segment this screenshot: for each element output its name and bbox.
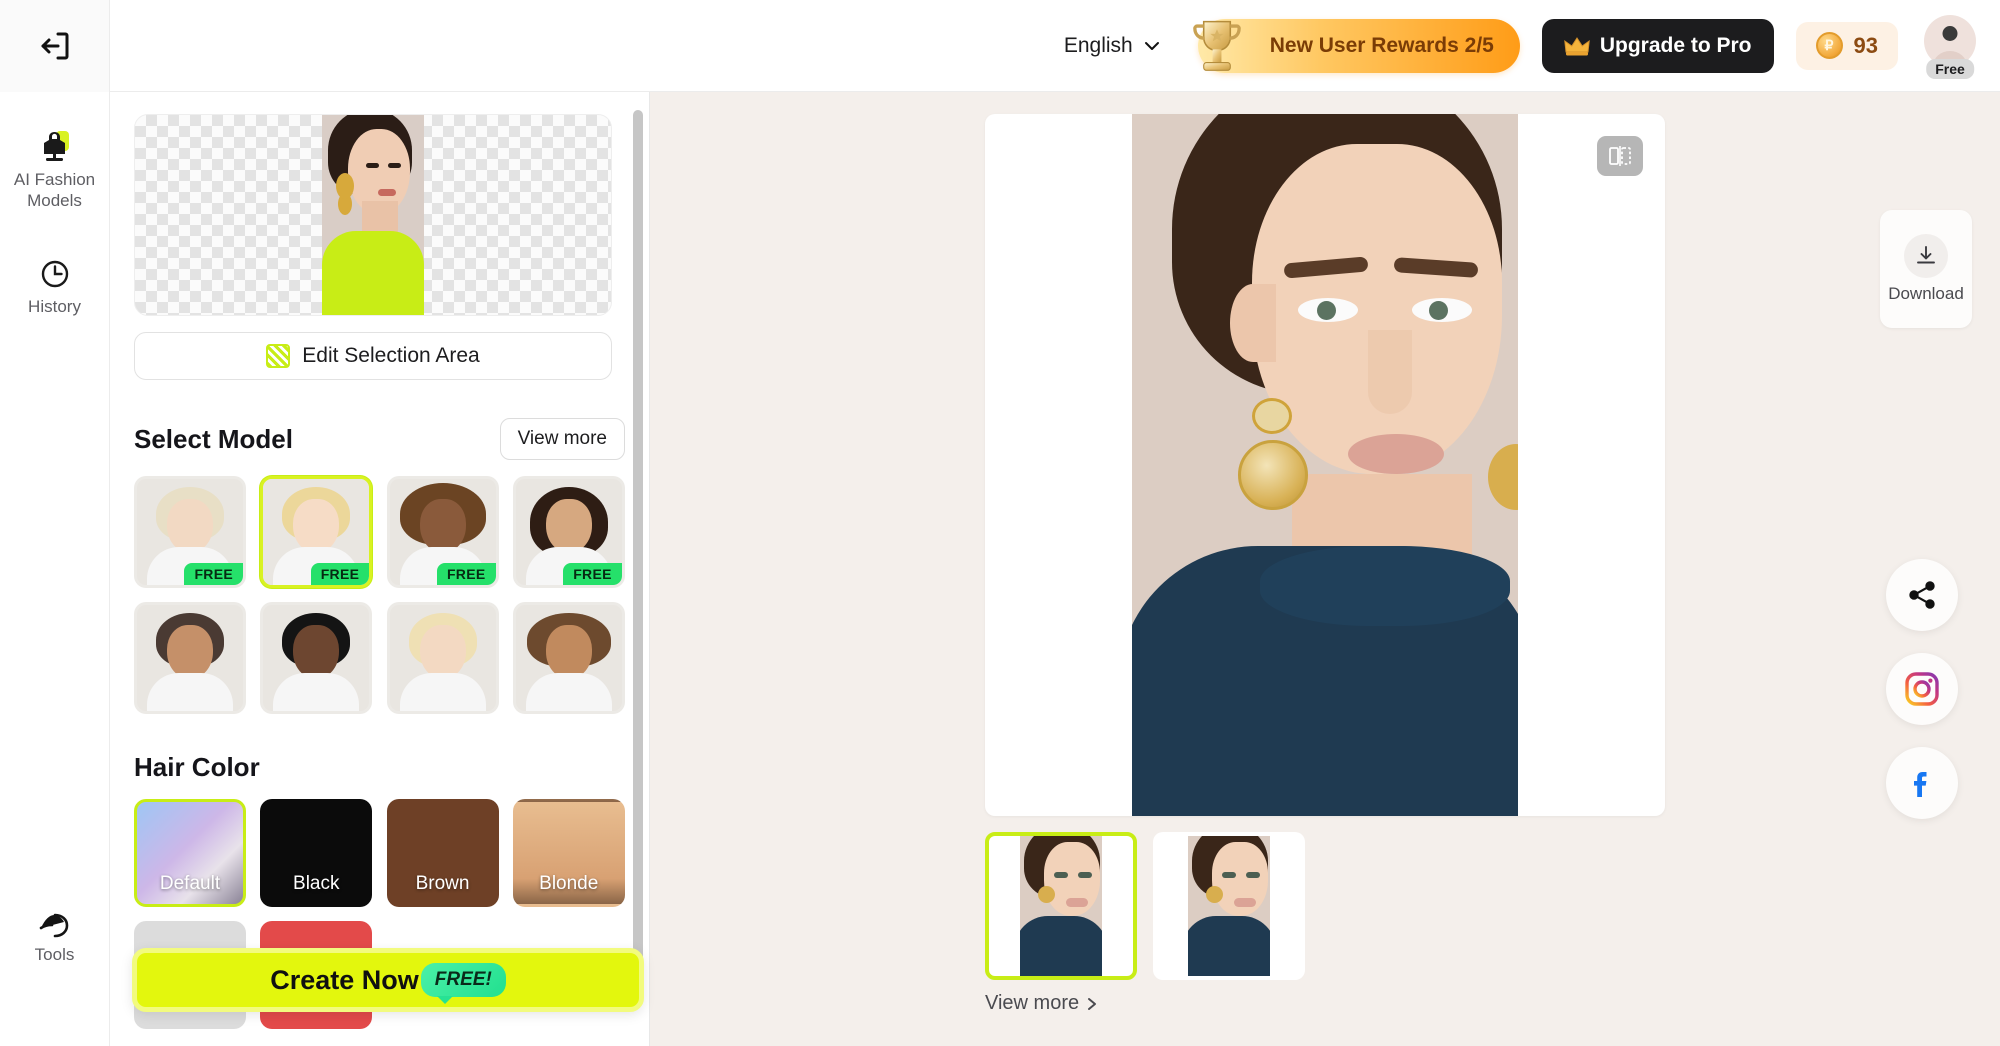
app-body: AI Fashion Models History Tools Edit Sel… [0, 92, 2000, 1046]
hair-swatch-label: Black [293, 873, 340, 894]
compare-split-icon [1609, 146, 1631, 166]
edit-selection-label: Edit Selection Area [302, 344, 480, 367]
compare-toggle-button[interactable] [1597, 136, 1643, 176]
create-now-label: Create Now [270, 964, 419, 995]
select-model-header: Select Model View more [134, 418, 625, 460]
sidebar-item-ai-fashion-models[interactable]: AI Fashion Models [7, 116, 103, 225]
controls-scroll-area: Edit Selection Area Select Model View mo… [110, 92, 649, 1046]
facebook-icon [1914, 772, 1927, 797]
hair-color-header: Hair Color [134, 752, 625, 783]
credits-value: 93 [1853, 32, 1878, 58]
share-icon [1909, 581, 1935, 609]
trophy-icon [1192, 20, 1241, 71]
model-free-badge: FREE [310, 563, 370, 585]
crown-icon [1564, 36, 1590, 55]
chevron-down-icon [1144, 41, 1159, 50]
account-avatar-button[interactable]: Free [1922, 14, 1978, 79]
hair-swatch-label: Brown [415, 873, 470, 894]
preview-subject-image [322, 115, 424, 315]
model-card-selected[interactable]: FREE [260, 476, 373, 588]
social-share-rail [1886, 559, 1958, 819]
sidebar-item-label: History [28, 297, 81, 317]
results-view-more-link[interactable]: View more [985, 992, 1665, 1015]
model-free-badge: FREE [563, 563, 622, 585]
hair-swatch-black[interactable]: Black [260, 799, 373, 907]
plan-badge: Free [1926, 58, 1974, 79]
hatch-selection-icon [266, 344, 291, 368]
model-free-badge: FREE [436, 563, 496, 585]
source-image-preview[interactable] [134, 114, 612, 316]
sidebar-item-label: Tools [34, 945, 75, 965]
credits-badge[interactable]: ₽ 93 [1795, 21, 1898, 70]
model-card[interactable]: FREE [386, 476, 499, 588]
select-model-title: Select Model [134, 423, 293, 454]
hair-swatch-default[interactable]: Default [134, 799, 246, 907]
create-free-badge: FREE! [420, 963, 506, 1004]
language-label: English [1063, 33, 1133, 57]
sidebar-item-tools[interactable]: Tools [7, 897, 103, 980]
model-card[interactable] [512, 602, 625, 714]
result-thumbnails [985, 832, 1665, 980]
result-stage [985, 114, 1665, 816]
model-grid: FREE FREE FREE FREE [134, 476, 625, 714]
sidebar-item-history[interactable]: History [7, 247, 103, 332]
model-card[interactable] [134, 602, 246, 714]
coin-icon: ₽ [1815, 32, 1843, 59]
models-view-more-button[interactable]: View more [499, 418, 625, 460]
download-button[interactable]: Download [1880, 210, 1972, 328]
thumbnail-selected[interactable] [985, 832, 1137, 980]
hair-swatch-blonde[interactable]: Blonde [512, 799, 625, 907]
instagram-button[interactable] [1886, 653, 1958, 725]
top-header: English New User Rewards 2/5 Upgrade to … [0, 0, 2000, 92]
hair-color-title: Hair Color [134, 752, 260, 782]
controls-panel: Edit Selection Area Select Model View mo… [110, 92, 650, 1046]
create-now-button[interactable]: Create Now FREE! [132, 948, 644, 1012]
upgrade-to-pro-button[interactable]: Upgrade to Pro [1541, 18, 1774, 73]
sidebar-item-label: AI Fashion Models [13, 170, 96, 210]
results-view-more-label: View more [985, 992, 1080, 1014]
result-image [1132, 114, 1518, 816]
download-icon [1904, 234, 1948, 278]
instagram-icon [1905, 672, 1939, 706]
upgrade-label: Upgrade to Pro [1599, 33, 1752, 57]
language-selector[interactable]: English [1050, 26, 1174, 66]
app-root: English New User Rewards 2/5 Upgrade to … [0, 0, 2000, 1046]
model-card[interactable]: FREE [512, 476, 625, 588]
result-canvas: View more Download [650, 92, 2000, 1046]
hair-swatch-brown[interactable]: Brown [386, 799, 499, 907]
new-user-rewards-button[interactable]: New User Rewards 2/5 [1192, 18, 1520, 73]
rewards-label: New User Rewards 2/5 [1269, 33, 1494, 57]
download-label: Download [1888, 284, 1964, 303]
hair-swatch-label: Default [159, 873, 221, 894]
model-card[interactable]: FREE [134, 476, 246, 588]
exit-button[interactable] [0, 0, 110, 92]
facebook-button[interactable] [1886, 747, 1958, 819]
model-card[interactable] [260, 602, 373, 714]
controls-scrollbar[interactable] [633, 110, 643, 1000]
hair-swatch-label: Blonde [539, 873, 599, 894]
chevron-right-icon [1088, 997, 1097, 1010]
header-actions: English New User Rewards 2/5 Upgrade to … [1050, 14, 2000, 79]
model-card[interactable] [386, 602, 499, 714]
tools-icon [39, 913, 68, 938]
clock-icon [41, 261, 68, 288]
sidebar-bottom: Tools [0, 897, 109, 980]
model-free-badge: FREE [184, 563, 243, 585]
share-button[interactable] [1886, 559, 1958, 631]
edit-selection-area-button[interactable]: Edit Selection Area [134, 332, 612, 380]
exit-arrow-icon [41, 32, 68, 59]
mannequin-icon [43, 131, 69, 161]
left-nav-rail: AI Fashion Models History Tools [0, 92, 110, 1046]
thumbnail[interactable] [1153, 832, 1305, 980]
